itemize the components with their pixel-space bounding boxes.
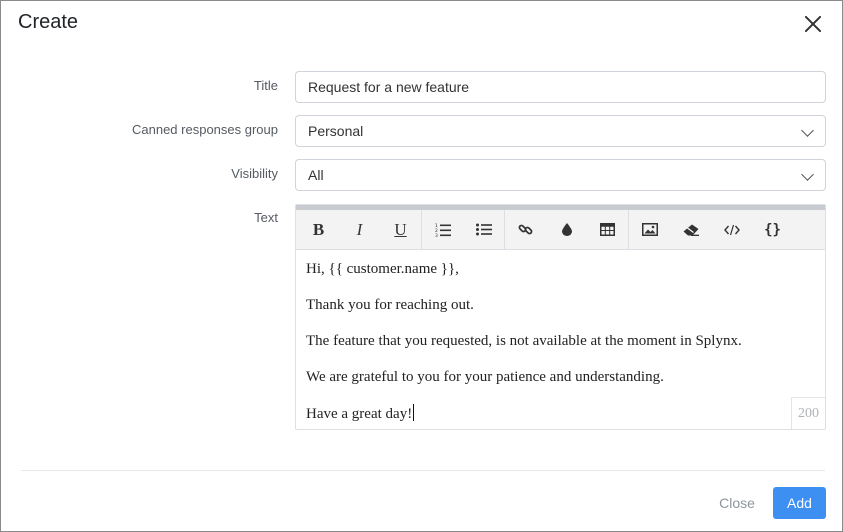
image-icon bbox=[641, 223, 658, 236]
editor-content[interactable]: Hi, {{ customer.name }}, Thank you for r… bbox=[296, 250, 825, 451]
unordered-list-icon bbox=[475, 223, 492, 236]
code-icon bbox=[723, 224, 740, 235]
group-label: Canned responses group bbox=[132, 122, 278, 137]
code-view-button[interactable] bbox=[711, 210, 752, 250]
eraser-button[interactable] bbox=[670, 210, 711, 250]
editor-line: Hi, {{ customer.name }}, bbox=[306, 261, 459, 277]
rich-text-editor: B I U 123 {} Hi, {{customer.name}}, Th… bbox=[295, 204, 826, 430]
ordered-list-button[interactable]: 123 bbox=[422, 210, 463, 250]
visibility-label: Visibility bbox=[231, 166, 278, 181]
bold-button[interactable]: B bbox=[298, 210, 339, 250]
svg-text:3: 3 bbox=[435, 233, 438, 237]
editor-last-line: Have a great day! bbox=[306, 404, 815, 424]
list-group: 123 bbox=[422, 209, 505, 250]
table-button[interactable] bbox=[587, 210, 628, 250]
eraser-icon bbox=[683, 224, 699, 236]
char-counter: 200 bbox=[791, 397, 825, 429]
editor-line: Have a great day! bbox=[306, 406, 413, 422]
image-button[interactable] bbox=[629, 210, 670, 250]
color-button[interactable] bbox=[546, 210, 587, 250]
insert-group bbox=[505, 209, 629, 250]
editor-line: Thank you for reaching out. bbox=[306, 297, 474, 313]
link-button[interactable] bbox=[505, 210, 546, 250]
visibility-select[interactable]: All bbox=[295, 159, 826, 191]
text-label: Text bbox=[254, 210, 278, 225]
italic-button[interactable]: I bbox=[339, 210, 380, 250]
close-icon[interactable] bbox=[802, 13, 824, 35]
create-modal: Create Title Request for a new feature C… bbox=[0, 0, 843, 532]
editor-line: The feature that you requested, is not a… bbox=[306, 333, 742, 349]
misc-group: {} bbox=[629, 210, 793, 250]
group-select[interactable]: Personal bbox=[295, 115, 826, 147]
footer-divider bbox=[21, 470, 825, 471]
unordered-list-button[interactable] bbox=[463, 210, 504, 250]
modal-title: Create bbox=[18, 11, 79, 33]
editor-line: We are grateful to you for your patience… bbox=[306, 369, 664, 385]
editor-toolbar: B I U 123 {} bbox=[296, 209, 825, 250]
chevron-down-icon bbox=[801, 124, 814, 137]
drop-icon bbox=[561, 223, 572, 236]
format-group: B I U bbox=[298, 209, 422, 250]
ordered-list-icon: 123 bbox=[435, 223, 451, 237]
variables-button[interactable]: {} bbox=[752, 210, 793, 250]
link-icon bbox=[518, 224, 533, 235]
chevron-down-icon bbox=[801, 168, 814, 181]
title-input-value: Request for a new feature bbox=[308, 79, 470, 95]
title-input[interactable]: Request for a new feature bbox=[295, 71, 826, 103]
text-caret bbox=[413, 404, 415, 421]
group-select-value: Personal bbox=[308, 123, 364, 139]
underline-button[interactable]: U bbox=[380, 210, 421, 250]
title-label: Title bbox=[253, 78, 278, 93]
table-icon bbox=[600, 223, 615, 236]
add-button[interactable]: Add bbox=[773, 487, 826, 519]
close-button[interactable]: Close bbox=[707, 487, 767, 519]
visibility-select-value: All bbox=[308, 167, 324, 183]
